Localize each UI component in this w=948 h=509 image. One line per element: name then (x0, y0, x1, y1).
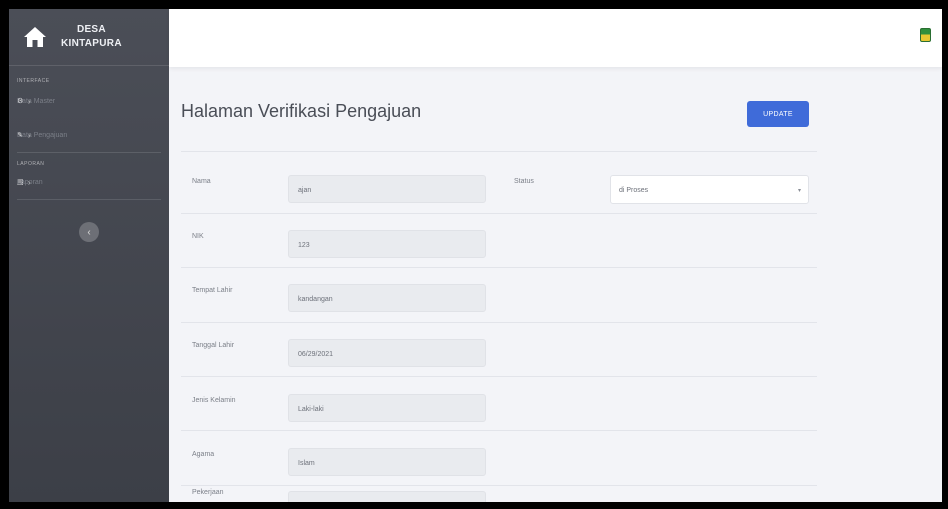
divider (181, 151, 817, 152)
field-label-pekerjaan: Pekerjaan (192, 489, 224, 496)
sidebar-divider (17, 199, 161, 200)
divider (181, 322, 817, 323)
field-label-tempat-lahir: Tempat Lahir (192, 287, 233, 294)
sidebar-toggle-button[interactable]: ‹ (79, 222, 99, 242)
sidebar-item-data-pengajuan[interactable]: ✎ Data Pengajuan › (9, 122, 169, 148)
field-label-nik: NIK (192, 233, 204, 240)
update-button[interactable]: UPDATE (747, 101, 809, 127)
sidebar-item-label: Laporan (17, 178, 43, 186)
home-icon (24, 27, 46, 47)
status-select-value: di Proses (619, 187, 649, 194)
sidebar-item-laporan[interactable]: ▤ Laporan › (9, 169, 169, 195)
brand-name: DESA KINTAPURA (61, 23, 122, 51)
sidebar-item-label: Data Pengajuan (17, 131, 68, 139)
sidebar: DESA KINTAPURA Interface ⚙ Data Master ›… (9, 9, 169, 502)
divider (181, 213, 817, 214)
topbar (169, 9, 942, 67)
agama-field[interactable]: Islam (288, 448, 486, 476)
field-label-jenis-kelamin: Jenis Kelamin (192, 397, 236, 404)
status-select[interactable]: di Proses ▾ (610, 175, 809, 204)
divider (181, 430, 817, 431)
field-label-status: Status (514, 178, 534, 185)
field-label-agama: Agama (192, 451, 215, 458)
brand-line2: KINTAPURA (61, 38, 122, 49)
brand-line1: DESA (76, 24, 106, 35)
divider (181, 376, 817, 377)
nik-field[interactable]: 123 (288, 230, 486, 258)
brand[interactable]: DESA KINTAPURA (9, 9, 169, 66)
field-label-tanggal-lahir: Tanggal Lahir (192, 342, 235, 349)
chevron-down-icon: ▾ (797, 188, 801, 194)
pekerjaan-field[interactable]: swasta (288, 491, 486, 502)
sidebar-divider (17, 152, 161, 153)
tanggal-lahir-field[interactable]: 06/29/2021 (288, 339, 486, 367)
divider (181, 485, 817, 486)
sidebar-heading-interface: Interface (17, 78, 50, 84)
page-title: Halaman Verifikasi Pengajuan (181, 101, 422, 121)
main-content: Halaman Verifikasi Pengajuan UPDATE Nama… (169, 67, 942, 502)
sidebar-item-label: Data Master (17, 97, 56, 105)
jenis-kelamin-field[interactable]: Laki-laki (288, 394, 486, 422)
sidebar-item-data-master[interactable]: ⚙ Data Master › (9, 88, 169, 114)
nama-field[interactable]: ajan (288, 175, 486, 203)
user-avatar[interactable] (920, 28, 931, 42)
tempat-lahir-field[interactable]: kandangan (288, 284, 486, 312)
field-label-nama: Nama (192, 178, 211, 185)
app-frame: DESA KINTAPURA Interface ⚙ Data Master ›… (9, 9, 942, 502)
sidebar-heading-laporan: Laporan (17, 161, 45, 167)
divider (181, 267, 817, 268)
